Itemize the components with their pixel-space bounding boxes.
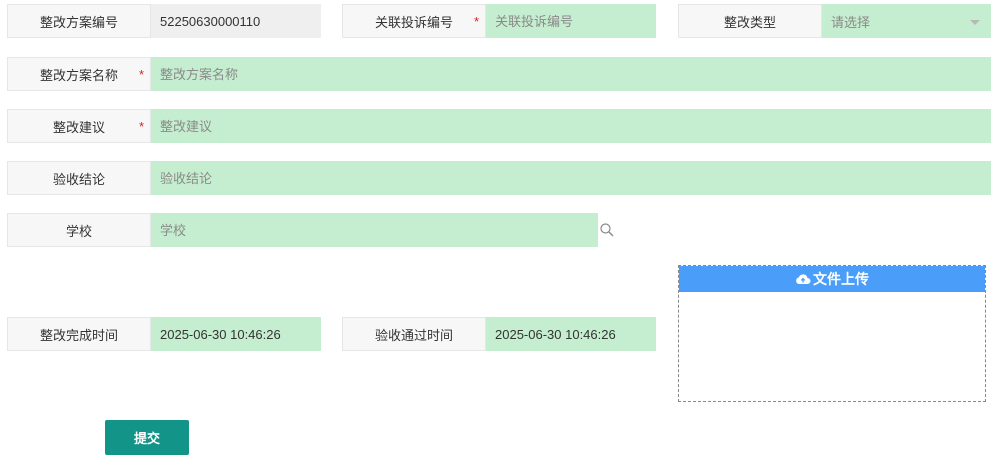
plan-name-input[interactable] [151,57,991,91]
school-label-text: 学校 [65,223,92,239]
plan-no-label-text: 整改方案编号 [39,14,118,30]
suggestion-input[interactable] [151,109,991,143]
rectify-type-label: 整改类型 [678,4,822,38]
cloud-upload-icon [796,274,811,284]
acceptance-label-text: 验收结论 [52,171,105,187]
plan-no-field: 52250630000110 [151,4,321,38]
acceptance-input[interactable] [151,161,991,195]
finish-time-value: 2025-06-30 10:46:26 [160,326,281,342]
rectify-type-select[interactable]: 请选择 [822,4,991,38]
school-label: 学校 [7,213,151,247]
plan-no-value: 52250630000110 [160,13,261,29]
plan-name-label-text: 整改方案名称 [39,67,118,83]
file-upload-label: 文件上传 [813,271,869,287]
submit-button[interactable]: 提交 [105,420,189,455]
complaint-no-label: 关联投诉编号 * [342,4,486,38]
finish-time-field[interactable]: 2025-06-30 10:46:26 [151,317,321,351]
plan-no-label: 整改方案编号 [7,4,151,38]
suggestion-label-text: 整改建议 [52,119,105,135]
chevron-down-icon [970,20,980,25]
required-mark: * [138,67,144,82]
pass-time-label: 验收通过时间 [342,317,486,351]
required-mark: * [473,14,479,29]
pass-time-field[interactable]: 2025-06-30 10:46:26 [486,317,656,351]
rectify-type-label-text: 整改类型 [723,14,776,30]
rectify-type-placeholder: 请选择 [831,14,871,30]
finish-time-label-text: 整改完成时间 [39,327,118,343]
complaint-no-label-text: 关联投诉编号 [374,14,453,30]
search-icon[interactable] [599,222,615,238]
plan-name-label: 整改方案名称 * [7,57,151,91]
file-upload-area[interactable]: 文件上传 [678,265,986,402]
required-mark: * [138,119,144,134]
acceptance-label: 验收结论 [7,161,151,195]
school-input[interactable] [151,213,598,247]
file-upload-header[interactable]: 文件上传 [679,266,985,292]
finish-time-label: 整改完成时间 [7,317,151,351]
suggestion-label: 整改建议 * [7,109,151,143]
pass-time-label-text: 验收通过时间 [374,327,453,343]
complaint-no-input[interactable] [486,4,656,38]
pass-time-value: 2025-06-30 10:46:26 [495,326,616,342]
